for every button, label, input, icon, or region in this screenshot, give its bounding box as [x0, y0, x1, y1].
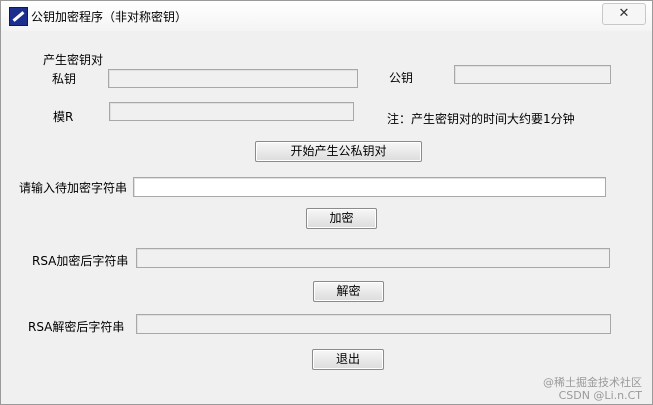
app-icon: [9, 7, 28, 26]
app-window: 公钥加密程序（非对称密钥） ✕ 产生密钥对 私钥 公钥 模R 注：产生密钥对的时…: [0, 0, 653, 405]
keygen-time-note: 注：产生密钥对的时间大约要1分钟: [387, 112, 575, 126]
generate-keypair-button[interactable]: 开始产生公私钥对: [255, 141, 422, 162]
keygen-group-label: 产生密钥对: [43, 53, 104, 67]
ciphertext-field[interactable]: [136, 248, 610, 268]
exit-button[interactable]: 退出: [312, 349, 384, 370]
plaintext-input[interactable]: [133, 177, 606, 197]
decrypted-field[interactable]: [136, 314, 611, 334]
private-key-label: 私钥: [52, 72, 77, 86]
encrypt-button[interactable]: 加密: [306, 208, 377, 229]
modulus-label: 模R: [53, 110, 74, 124]
close-icon: ✕: [618, 6, 630, 21]
title-bar[interactable]: 公钥加密程序（非对称密钥） ✕: [1, 1, 652, 31]
plaintext-label: 请输入待加密字符串: [19, 181, 128, 195]
ciphertext-label: RSA加密后字符串: [32, 254, 129, 268]
window-title: 公钥加密程序（非对称密钥）: [31, 10, 188, 24]
modulus-field[interactable]: [109, 102, 354, 121]
watermark: @稀土掘金技术社区 CSDN @Li.n.CT: [543, 376, 642, 402]
public-key-label: 公钥: [389, 71, 414, 85]
close-button[interactable]: ✕: [602, 3, 646, 25]
decrypt-button[interactable]: 解密: [313, 281, 384, 302]
decrypted-label: RSA解密后字符串: [28, 320, 125, 334]
public-key-field[interactable]: [454, 65, 611, 84]
private-key-field[interactable]: [108, 69, 358, 88]
